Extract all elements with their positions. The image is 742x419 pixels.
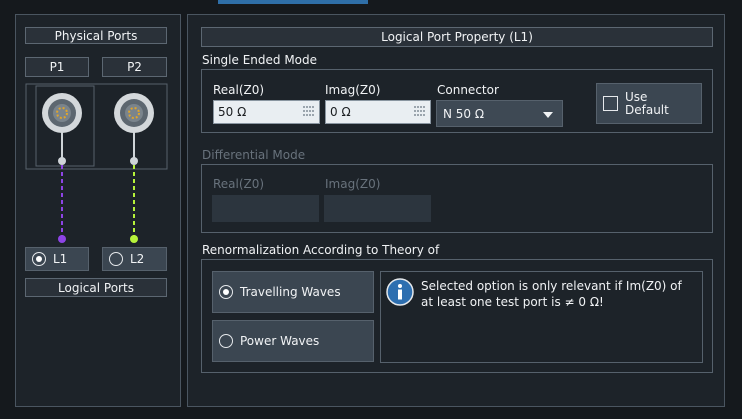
diff-imag-z0-label: Imag(Z0): [325, 177, 381, 191]
chevron-down-icon: [543, 112, 553, 118]
use-default-label-line2: Default: [625, 102, 669, 117]
imag-z0-label: Imag(Z0): [325, 83, 381, 97]
use-default-checkbox[interactable]: Use Default: [596, 83, 702, 124]
l2-label: L2: [130, 252, 145, 266]
info-message: Selected option is only relevant if Im(Z…: [421, 278, 701, 310]
travelling-radio-icon: [219, 285, 233, 299]
travelling-waves-option[interactable]: Travelling Waves: [212, 271, 374, 313]
info-line-2: at least one test port is ≠ 0 Ω!: [421, 295, 604, 309]
port-p2-label: P2: [102, 57, 167, 77]
physical-ports-header: Physical Ports: [25, 27, 167, 44]
real-z0-value: 50 Ω: [218, 105, 247, 119]
real-z0-label: Real(Z0): [213, 83, 265, 97]
diff-imag-z0-input: [324, 195, 431, 222]
connector-p1-icon: [42, 93, 82, 165]
l2-radio-icon: [109, 252, 123, 266]
power-radio-icon: [219, 334, 233, 348]
l1-radio-icon: [32, 252, 46, 266]
connector-label: Connector: [437, 83, 499, 97]
logical-ports-header: Logical Ports: [25, 278, 167, 297]
logical-port-l2[interactable]: L2: [102, 247, 167, 271]
diff-real-z0-input: [212, 195, 319, 222]
travelling-waves-label: Travelling Waves: [240, 285, 341, 299]
imag-z0-input[interactable]: 0 Ω: [325, 100, 431, 124]
connector-p2-icon: [114, 93, 154, 165]
checkbox-icon: [603, 96, 618, 111]
differential-label: Differential Mode: [202, 148, 306, 162]
info-icon: [386, 278, 414, 306]
power-waves-label: Power Waves: [240, 334, 320, 348]
renorm-label: Renormalization According to Theory of: [202, 243, 440, 257]
port-p1-label: P1: [25, 57, 89, 77]
port-diagram: [25, 83, 168, 243]
keypad-icon[interactable]: [303, 106, 315, 116]
use-default-label: Use Default: [625, 89, 669, 117]
property-panel: Logical Port Property (L1) Single Ended …: [187, 14, 725, 407]
connector-select[interactable]: N 50 Ω: [436, 100, 563, 127]
l1-label: L1: [53, 252, 68, 266]
single-ended-label: Single Ended Mode: [202, 53, 318, 67]
diff-real-z0-label: Real(Z0): [213, 177, 265, 191]
imag-z0-value: 0 Ω: [330, 105, 351, 119]
use-default-label-line1: Use: [625, 89, 648, 104]
info-line-1: Selected option is only relevant if Im(Z…: [421, 279, 682, 293]
real-z0-input[interactable]: 50 Ω: [213, 100, 320, 124]
ports-panel: Physical Ports P1 P2 L1 L2 Logical Ports: [15, 14, 181, 407]
connector-value: N 50 Ω: [443, 106, 485, 121]
active-tab-indicator: [218, 0, 368, 4]
logical-port-l1[interactable]: L1: [25, 247, 89, 271]
power-waves-option[interactable]: Power Waves: [212, 320, 374, 362]
property-header: Logical Port Property (L1): [201, 27, 713, 47]
info-box: Selected option is only relevant if Im(Z…: [380, 271, 703, 363]
keypad-icon[interactable]: [414, 106, 426, 116]
